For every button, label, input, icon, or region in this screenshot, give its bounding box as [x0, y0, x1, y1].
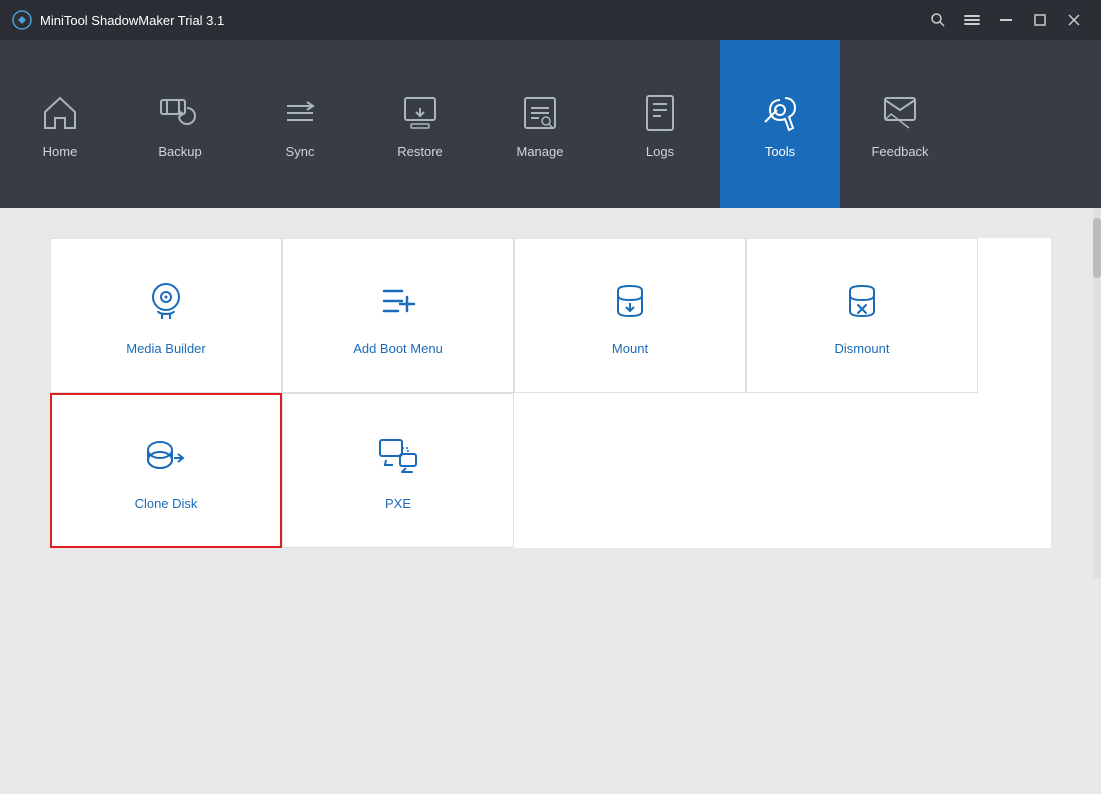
tool-dismount[interactable]: Dismount: [746, 238, 978, 393]
tool-mount[interactable]: Mount: [514, 238, 746, 393]
tool-pxe[interactable]: PXE: [282, 393, 514, 548]
tool-media-builder-label: Media Builder: [126, 341, 206, 356]
tool-dismount-label: Dismount: [835, 341, 890, 356]
dismount-icon: [836, 275, 888, 327]
nav-item-tools[interactable]: Tools: [720, 40, 840, 208]
restore-icon: [397, 90, 443, 136]
tool-add-boot-menu[interactable]: Add Boot Menu: [282, 238, 514, 393]
nav-label-feedback: Feedback: [871, 144, 928, 159]
navbar: Home Backup Sync Restore: [0, 40, 1101, 208]
tool-media-builder[interactable]: Media Builder: [50, 238, 282, 393]
add-boot-menu-icon: [372, 275, 424, 327]
nav-item-restore[interactable]: Restore: [360, 40, 480, 208]
tool-mount-label: Mount: [612, 341, 648, 356]
tool-clone-disk-label: Clone Disk: [135, 496, 198, 511]
close-button[interactable]: [1059, 5, 1089, 35]
nav-item-sync[interactable]: Sync: [240, 40, 360, 208]
tools-icon: [757, 90, 803, 136]
titlebar-left: MiniTool ShadowMaker Trial 3.1: [12, 10, 224, 30]
tool-clone-disk[interactable]: Clone Disk: [50, 393, 282, 548]
maximize-button[interactable]: [1025, 5, 1055, 35]
minimize-button[interactable]: [991, 5, 1021, 35]
home-icon: [37, 90, 83, 136]
scrollbar-thumb[interactable]: [1093, 218, 1101, 278]
manage-icon: [517, 90, 563, 136]
feedback-icon: [877, 90, 923, 136]
pxe-icon: [372, 430, 424, 482]
search-button[interactable]: [923, 5, 953, 35]
main-content: Media Builder Add Boot Menu Mount: [0, 208, 1101, 578]
nav-item-home[interactable]: Home: [0, 40, 120, 208]
nav-item-logs[interactable]: Logs: [600, 40, 720, 208]
nav-label-logs: Logs: [646, 144, 674, 159]
mount-icon: [604, 275, 656, 327]
nav-label-backup: Backup: [158, 144, 201, 159]
tools-grid: Media Builder Add Boot Menu Mount: [50, 238, 1051, 548]
nav-label-manage: Manage: [517, 144, 564, 159]
menu-button[interactable]: [957, 5, 987, 35]
app-title: MiniTool ShadowMaker Trial 3.1: [40, 13, 224, 28]
titlebar-controls: [923, 5, 1089, 35]
nav-label-sync: Sync: [286, 144, 315, 159]
nav-label-restore: Restore: [397, 144, 443, 159]
clone-disk-icon: [140, 430, 192, 482]
nav-item-backup[interactable]: Backup: [120, 40, 240, 208]
nav-label-tools: Tools: [765, 144, 795, 159]
sync-icon: [277, 90, 323, 136]
nav-item-feedback[interactable]: Feedback: [840, 40, 960, 208]
nav-label-home: Home: [43, 144, 78, 159]
scrollbar-track[interactable]: [1093, 208, 1101, 578]
logs-icon: [637, 90, 683, 136]
nav-item-manage[interactable]: Manage: [480, 40, 600, 208]
tool-pxe-label: PXE: [385, 496, 411, 511]
titlebar: MiniTool ShadowMaker Trial 3.1: [0, 0, 1101, 40]
tool-add-boot-menu-label: Add Boot Menu: [353, 341, 443, 356]
app-logo-icon: [12, 10, 32, 30]
backup-icon: [157, 90, 203, 136]
media-builder-icon: [140, 275, 192, 327]
